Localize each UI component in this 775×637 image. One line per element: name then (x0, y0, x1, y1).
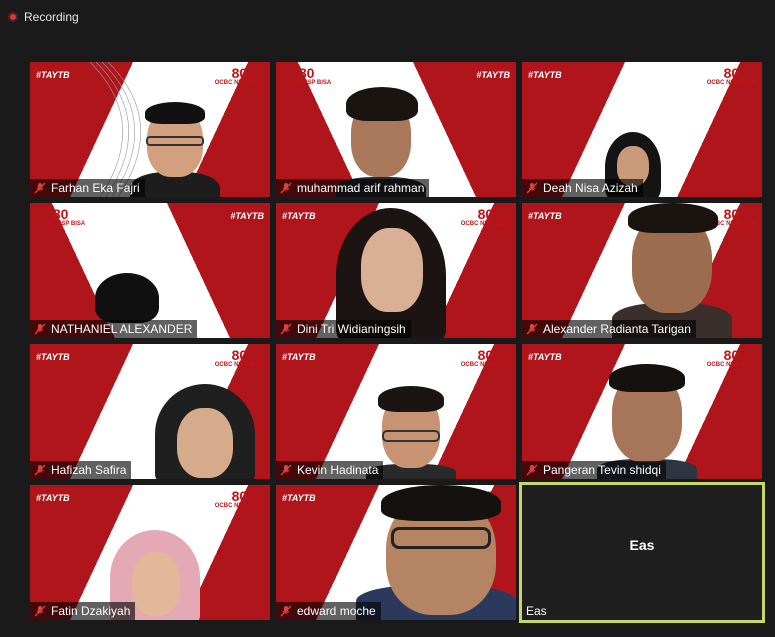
participant-name: edward moche (297, 604, 376, 618)
active-speaker-tile[interactable]: Eas Eas (519, 482, 765, 623)
mic-muted-icon (280, 605, 292, 617)
video-grid: #TAYTB 80 OCBC NISP BISA Farhan Eka Fajri… (30, 62, 765, 623)
participant-name: Kevin Hadinata (297, 463, 379, 477)
bank-logo: 80OCBC NISP BISA (460, 347, 510, 368)
brand-tag: #TAYTB (528, 70, 562, 80)
video-tile[interactable]: #TAYTB 80 OCBC NISP BISA Dini Tri Widiani… (276, 203, 516, 338)
video-tile[interactable]: #TAYTB 80 OCBC NISP BISA Kevin Hadinata (276, 344, 516, 479)
participant-name-tag: NATHANIEL ALEXANDER (30, 320, 198, 338)
participant-name-tag: muhammad arif rahman (276, 179, 430, 197)
participant-name: Pangeran Tevin shidqi (543, 463, 661, 477)
video-tile[interactable]: #TAYTB 80 OCBC NISP BISA Fatin Dzakiyah (30, 485, 270, 620)
participant-name: Dini Tri Widianingsih (297, 322, 406, 336)
participant-name: Eas (526, 604, 547, 618)
bank-logo: 80OCBC NISP BISA (36, 206, 86, 227)
participant-name-tag: Alexander Radianta Tarigan (522, 320, 696, 338)
video-tile[interactable]: #TAYTB 80 OCBC NISP BISA Farhan Eka Fajri (30, 62, 270, 197)
participant-name: Fatin Dzakiyah (51, 604, 131, 618)
video-off-name: Eas (629, 537, 655, 553)
bank-logo: 80OCBC NISP BISA (214, 488, 264, 509)
brand-tag: #TAYTB (476, 70, 510, 80)
mic-muted-icon (34, 605, 46, 617)
video-tile[interactable]: #TAYTB 80OCBC NISP BISA edward moche (276, 485, 516, 620)
video-tile[interactable]: #TAYTB 80 OCBC NISP BISA NATHANIEL ALEXAN… (30, 203, 270, 338)
brand-tag: #TAYTB (36, 352, 70, 362)
mic-muted-icon (34, 464, 46, 476)
participant-name-tag: edward moche (276, 602, 381, 620)
mic-muted-icon (526, 323, 538, 335)
participant-name-tag: Farhan Eka Fajri (30, 179, 145, 197)
participant-name-tag: Deah Nisa Azizah (522, 179, 643, 197)
mic-muted-icon (280, 182, 292, 194)
video-tile[interactable]: #TAYTB 80 OCBC NISP BISA Pangeran Tevin s… (522, 344, 762, 479)
bank-logo: 80OCBC NISP BISA (460, 206, 510, 227)
participant-name-tag: Kevin Hadinata (276, 461, 384, 479)
participant-name: Farhan Eka Fajri (51, 181, 140, 195)
mic-muted-icon (526, 182, 538, 194)
participant-name-tag: Dini Tri Widianingsih (276, 320, 411, 338)
video-tile[interactable]: #TAYTB 80 OCBC NISP BISA Alexander Radian… (522, 203, 762, 338)
video-tile[interactable]: #TAYTB 80 OCBC NISP BISA muhammad arif ra… (276, 62, 516, 197)
video-tile[interactable]: #TAYTB 80 OCBC NISP BISA Deah Nisa Azizah (522, 62, 762, 197)
bank-logo: 80OCBC NISP BISA (214, 65, 264, 86)
mic-muted-icon (34, 323, 46, 335)
participant-name: Alexander Radianta Tarigan (543, 322, 691, 336)
brand-tag: #TAYTB (282, 211, 316, 221)
brand-tag: #TAYTB (36, 493, 70, 503)
brand-tag: #TAYTB (282, 493, 316, 503)
participant-name-tag: Fatin Dzakiyah (30, 602, 136, 620)
bank-logo: 80OCBC NISP BISA (282, 65, 332, 86)
bank-logo: 80OCBC NISP BISA (706, 65, 756, 86)
participant-name: Deah Nisa Azizah (543, 181, 638, 195)
brand-tag: #TAYTB (230, 211, 264, 221)
participant-name-tag: Pangeran Tevin shidqi (522, 461, 666, 479)
participant-name-tag: Eas (522, 602, 552, 620)
bank-logo: 80OCBC NISP BISA (706, 347, 756, 368)
bank-logo: 80OCBC NISP BISA (214, 347, 264, 368)
mic-muted-icon (280, 323, 292, 335)
brand-tag: #TAYTB (528, 352, 562, 362)
participant-name: muhammad arif rahman (297, 181, 425, 195)
mic-muted-icon (34, 182, 46, 194)
video-tile[interactable]: #TAYTB 80 OCBC NISP BISA Hafizah Safira (30, 344, 270, 479)
participant-name: NATHANIEL ALEXANDER (51, 322, 193, 336)
brand-tag: #TAYTB (282, 352, 316, 362)
recording-bar: Recording (0, 0, 775, 34)
brand-tag: #TAYTB (36, 70, 70, 80)
brand-tag: #TAYTB (528, 211, 562, 221)
recording-label: Recording (24, 10, 79, 24)
participant-name-tag: Hafizah Safira (30, 461, 132, 479)
participant-name: Hafizah Safira (51, 463, 127, 477)
mic-muted-icon (280, 464, 292, 476)
mic-muted-icon (526, 464, 538, 476)
recording-icon[interactable] (8, 12, 18, 22)
